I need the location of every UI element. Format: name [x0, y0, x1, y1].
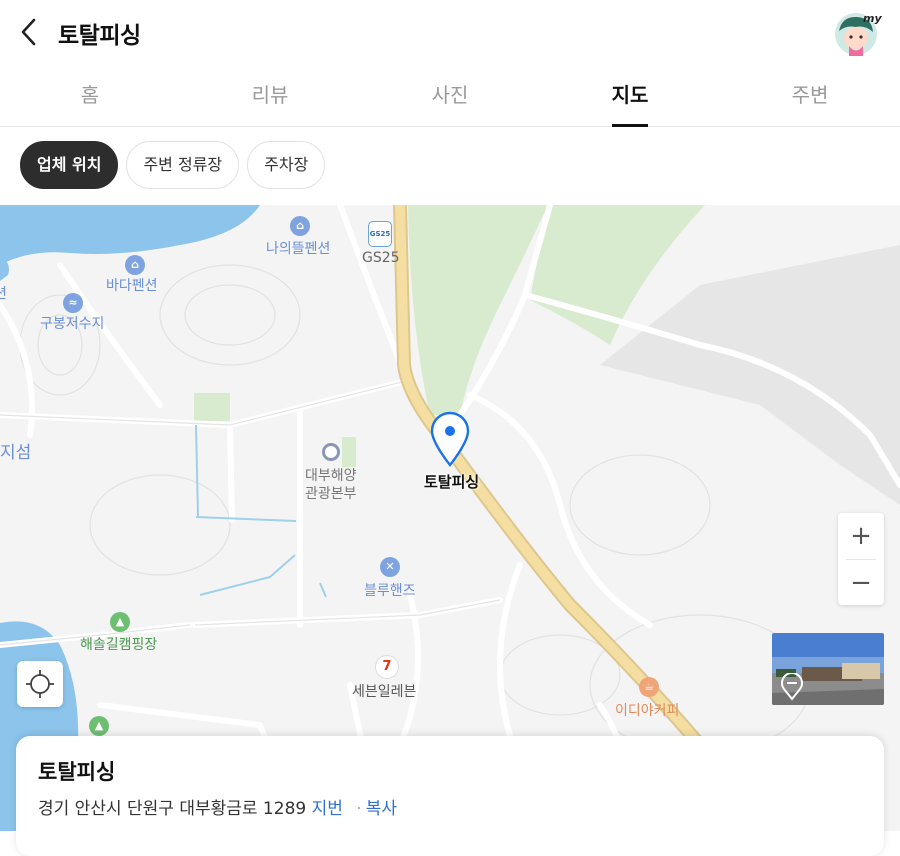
- chip-parking[interactable]: 주차장: [247, 141, 326, 189]
- poi-gubong-reservoir[interactable]: 구봉저수지: [40, 313, 104, 333]
- tab-map[interactable]: 지도: [540, 64, 720, 127]
- page-title: 토탈피싱: [58, 23, 141, 49]
- zoom-controls: + −: [838, 513, 884, 605]
- poi-bada-pension[interactable]: 바다펜션: [106, 275, 158, 295]
- poi-ediya[interactable]: 이디야커피: [615, 700, 679, 720]
- back-button[interactable]: [16, 14, 44, 50]
- roadview-thumbnail[interactable]: [772, 633, 884, 705]
- poi-bluehands[interactable]: 블루핸즈: [364, 580, 416, 600]
- campsite-icon: ▲: [89, 716, 109, 736]
- poi-left-edge-label: 션: [0, 286, 7, 302]
- chevron-left-icon: [21, 18, 36, 46]
- top-app-bar: 토탈피싱 my: [0, 0, 900, 64]
- poi-jiseom[interactable]: 지섬: [0, 438, 31, 463]
- place-address: 경기 안산시 단원구 대부황금로 1289: [38, 799, 307, 819]
- cafe-icon: ☕: [639, 677, 659, 697]
- place-address-row: 경기 안산시 단원구 대부황금로 1289 지번 · 복사: [38, 794, 397, 819]
- tab-photos[interactable]: 사진: [360, 64, 540, 126]
- poi-naui-pension[interactable]: 나의뜰펜션: [266, 238, 330, 258]
- tab-nearby[interactable]: 주변: [720, 64, 900, 126]
- chip-business-location[interactable]: 업체 위치: [20, 141, 119, 189]
- zoom-out-button[interactable]: −: [838, 560, 884, 606]
- campsite-icon: ▲: [110, 612, 130, 632]
- my-profile-avatar[interactable]: my: [832, 10, 882, 56]
- copy-address-link[interactable]: 복사: [366, 799, 397, 819]
- chip-nearby-stops[interactable]: 주변 정류장: [126, 141, 240, 189]
- government-office-icon: [322, 443, 340, 461]
- convenience-store-icon: 7: [375, 655, 399, 679]
- poi-gs25[interactable]: GS25: [362, 250, 400, 266]
- place-name: 토탈피싱: [38, 760, 116, 784]
- poi-seven-eleven[interactable]: 세븐일레븐: [352, 681, 416, 701]
- separator-dot: ·: [356, 799, 362, 819]
- poi-police-line1[interactable]: 대부해양: [305, 465, 357, 485]
- zoom-in-button[interactable]: +: [838, 513, 884, 559]
- marker-label: 토탈피싱: [424, 473, 480, 491]
- pension-icon: ⌂: [290, 216, 310, 236]
- current-location-button[interactable]: [17, 661, 63, 707]
- poi-police-line2[interactable]: 관광본부: [305, 483, 357, 503]
- location-pin-icon[interactable]: [428, 411, 472, 467]
- roadview-pin-icon: [781, 673, 803, 701]
- tab-reviews[interactable]: 리뷰: [180, 64, 360, 126]
- tab-bar: 홈 리뷰 사진 지도 주변: [0, 64, 900, 127]
- pension-icon: ⌂: [125, 255, 145, 275]
- my-badge: my: [863, 12, 882, 25]
- gs25-logo-icon: GS25: [368, 221, 392, 247]
- tab-home[interactable]: 홈: [0, 64, 180, 126]
- crosshair-icon: [26, 670, 54, 698]
- car-repair-icon: ✕: [380, 557, 400, 577]
- place-info-card[interactable]: 토탈피싱 경기 안산시 단원구 대부황금로 1289 지번 · 복사: [16, 736, 884, 856]
- map-filter-chips: 업체 위치 주변 정류장 주차장: [20, 141, 326, 189]
- lot-number-link[interactable]: 지번: [312, 799, 343, 819]
- reservoir-icon: ≈: [63, 293, 83, 313]
- poi-camping[interactable]: 해솔길캠핑장: [80, 634, 157, 654]
